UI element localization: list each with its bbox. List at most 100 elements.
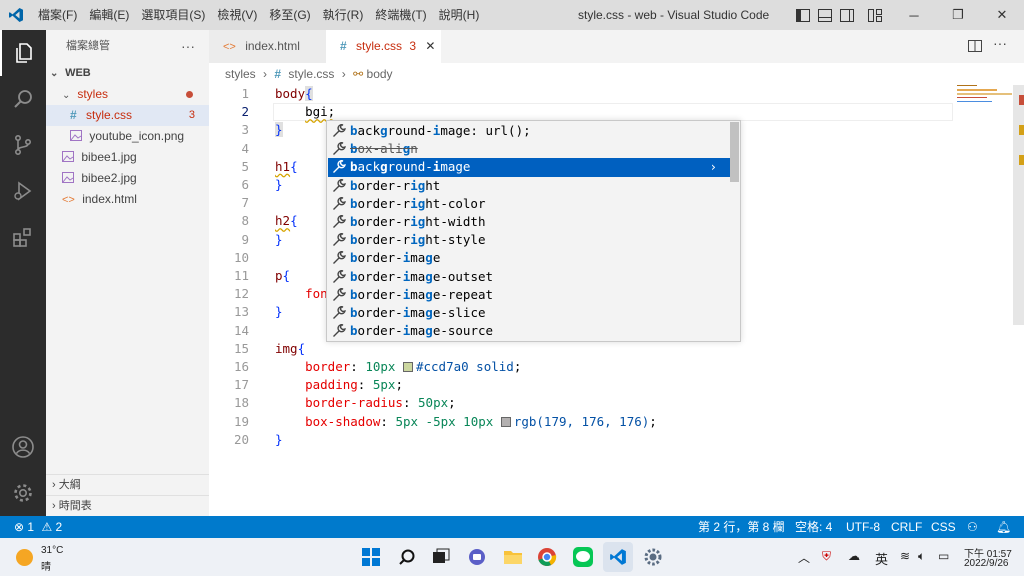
breadcrumb-folder[interactable]: styles: [225, 67, 256, 81]
suggestion-item[interactable]: border-image-repeat: [328, 286, 731, 304]
toggle-sidebar-icon[interactable]: [792, 0, 814, 30]
menu-terminal[interactable]: 終端機(T): [369, 0, 432, 30]
explorer-icon[interactable]: [0, 30, 46, 76]
tree-item-styles[interactable]: ⌄ styles: [46, 84, 209, 105]
menu-file[interactable]: 檔案(F): [32, 0, 83, 30]
search-icon[interactable]: [0, 76, 46, 122]
timeline-section[interactable]: › 時間表: [46, 495, 209, 516]
close-tab-icon[interactable]: ✕: [425, 39, 435, 53]
folder-web[interactable]: ⌄ WEB: [46, 63, 209, 84]
cursor-position[interactable]: 第 2 行，第 8 欄: [698, 516, 785, 538]
suggestion-item[interactable]: border-right-style: [328, 231, 731, 249]
code-line: h2{: [275, 213, 298, 229]
suggestion-item[interactable]: border-right-width: [328, 213, 731, 231]
customize-layout-icon[interactable]: [858, 0, 892, 30]
tree-item-bibee2[interactable]: bibee2.jpg: [46, 168, 209, 189]
chrome-icon[interactable]: [532, 542, 562, 572]
vscode-logo-icon[interactable]: [0, 0, 32, 30]
chevron-right-icon: ›: [263, 67, 268, 81]
status-bar: ⊗ 1 ⚠ 2 第 2 行，第 8 欄 空格: 4 UTF-8 CRLF CSS…: [0, 516, 1024, 538]
feedback-icon[interactable]: ⚇: [967, 516, 978, 538]
menu-edit[interactable]: 編輯(E): [83, 0, 135, 30]
read-more-chevron-icon[interactable]: ›: [709, 158, 717, 176]
minimap[interactable]: [955, 85, 1015, 109]
onedrive-cloud-icon[interactable]: ☁: [848, 549, 860, 563]
outline-section[interactable]: › 大綱: [46, 474, 209, 495]
suggestion-item[interactable]: border-image-outset: [328, 268, 731, 286]
encoding[interactable]: UTF-8: [846, 516, 880, 538]
breadcrumb-symbol[interactable]: body: [367, 67, 393, 81]
notifications-bell-icon[interactable]: 🔔︎: [996, 516, 1011, 538]
suggestion-item[interactable]: border-right: [328, 177, 731, 195]
menu-run[interactable]: 執行(R): [317, 0, 370, 30]
color-swatch[interactable]: [500, 416, 511, 427]
line-number: 3: [241, 122, 249, 138]
tab-label: index.html: [245, 39, 300, 53]
split-editor-icon[interactable]: [967, 38, 983, 59]
suggestion-item[interactable]: border-image: [328, 249, 731, 267]
color-swatch[interactable]: [402, 362, 413, 372]
tree-item-style-css[interactable]: # style.css 3: [46, 105, 209, 126]
tree-item-bibee1[interactable]: bibee1.jpg: [46, 147, 209, 168]
start-windows-icon[interactable]: [356, 542, 386, 572]
end-of-line[interactable]: CRLF: [891, 516, 922, 538]
wrench-icon: [332, 287, 346, 302]
restore-icon[interactable]: ❐: [936, 0, 980, 30]
extensions-icon[interactable]: [0, 214, 46, 260]
tree-item-index-html[interactable]: <> index.html: [46, 189, 209, 210]
editor-more-actions-icon[interactable]: ···: [993, 35, 1007, 51]
taskbar-search-icon[interactable]: [392, 542, 422, 572]
file-explorer-icon[interactable]: [498, 542, 528, 572]
menu-view[interactable]: 檢視(V): [211, 0, 263, 30]
security-icon[interactable]: ⛨: [822, 549, 831, 564]
tab-style-css[interactable]: # style.css 3 ✕: [326, 30, 441, 63]
teams-chat-icon[interactable]: [462, 542, 492, 572]
menu-help[interactable]: 說明(H): [433, 0, 486, 30]
suggestion-item[interactable]: background-image: url();: [328, 122, 731, 140]
account-icon[interactable]: [0, 424, 46, 470]
vscode-taskbar-icon[interactable]: [603, 542, 633, 572]
line-app-icon[interactable]: [568, 542, 598, 572]
toggle-secondary-sidebar-icon[interactable]: [836, 0, 858, 30]
suggestion-item[interactable]: border-image-slice: [328, 304, 731, 322]
close-window-icon[interactable]: ✕: [980, 0, 1024, 30]
wifi-icon[interactable]: ≋: [900, 549, 910, 563]
line-number: 15: [233, 340, 249, 356]
source-control-icon[interactable]: [0, 122, 46, 168]
battery-icon[interactable]: ▭: [938, 549, 949, 563]
menu-go[interactable]: 移至(G): [263, 0, 316, 30]
minimize-icon[interactable]: ─: [892, 0, 936, 30]
problems-indicator[interactable]: ⊗ 1 ⚠ 2: [14, 516, 62, 538]
weather-temp: 31°C: [41, 545, 64, 556]
line-number: 1: [241, 86, 249, 101]
suggest-scrollbar[interactable]: [730, 122, 739, 182]
taskbar-date[interactable]: 2022/9/26: [964, 558, 1009, 569]
language-mode[interactable]: CSS: [931, 516, 956, 538]
code-line: border: 10px #ccd7a0 solid;: [305, 359, 522, 374]
show-hidden-icons-chevron-icon[interactable]: ︿: [798, 549, 810, 566]
volume-icon[interactable]: 🔈︎: [918, 549, 925, 564]
settings-app-icon[interactable]: [638, 542, 668, 572]
menu-selection[interactable]: 選取項目(S): [135, 0, 211, 30]
toggle-panel-icon[interactable]: [814, 0, 836, 30]
suggestion-item[interactable]: border-right-color: [328, 195, 731, 213]
settings-gear-icon[interactable]: [0, 470, 46, 516]
editor-scrollbar[interactable]: [1013, 85, 1024, 325]
code-line: p{: [275, 268, 291, 283]
breadcrumb-file[interactable]: style.css: [288, 67, 334, 81]
tab-index-html[interactable]: <> index.html: [209, 30, 326, 63]
folder-label: WEB: [65, 67, 91, 79]
input-method-indicator[interactable]: 英: [875, 549, 888, 568]
code-line: body{: [275, 86, 313, 101]
suggestion-item[interactable]: border-image-source: [328, 322, 731, 340]
image-file-icon: [62, 169, 74, 183]
task-view-icon[interactable]: [426, 542, 456, 572]
more-actions-icon[interactable]: ···: [181, 30, 195, 62]
run-debug-icon[interactable]: [0, 168, 46, 214]
suggestion-item-focused[interactable]: background-image ›: [328, 158, 731, 177]
weather-sun-icon[interactable]: [16, 549, 33, 566]
tree-item-youtube-icon[interactable]: youtube_icon.png: [46, 126, 209, 147]
suggestion-item[interactable]: box-align: [328, 140, 731, 158]
code-line: }: [275, 304, 283, 320]
indentation[interactable]: 空格: 4: [795, 516, 832, 538]
